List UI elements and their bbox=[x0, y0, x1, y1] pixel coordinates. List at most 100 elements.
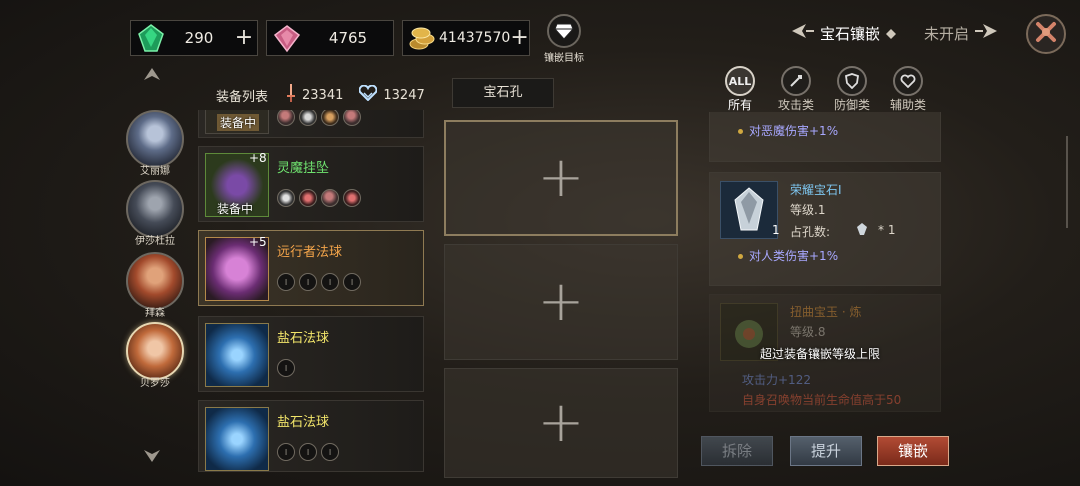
gem-slot[interactable]: + bbox=[444, 120, 678, 236]
emerald-currency: 290 + bbox=[130, 20, 258, 56]
tab-gem-inlay-label: 宝石镶嵌 bbox=[820, 24, 881, 43]
hero-berosa[interactable]: 贝罗莎 bbox=[124, 322, 186, 389]
item-thumbnail bbox=[205, 323, 269, 387]
filter-label: 所有 bbox=[727, 98, 752, 112]
avatar bbox=[126, 180, 184, 238]
socket: Ⅰ bbox=[299, 273, 317, 291]
inlay-button[interactable]: 镶嵌 bbox=[877, 436, 949, 466]
add-emerald-button[interactable]: + bbox=[231, 27, 257, 49]
socket: Ⅰ bbox=[321, 273, 339, 291]
gem-card-partial[interactable]: 对恶魔伤害+1% bbox=[709, 112, 941, 162]
avatar bbox=[126, 252, 184, 310]
tab-locked[interactable]: 未开启 bbox=[924, 20, 998, 46]
filter-defense[interactable]: 防御类 bbox=[828, 66, 876, 113]
close-button[interactable] bbox=[1026, 14, 1066, 54]
socket bbox=[321, 189, 339, 207]
item-thumbnail bbox=[205, 407, 269, 471]
socket-row: Ⅰ bbox=[277, 359, 295, 377]
glory-gem-icon bbox=[720, 181, 778, 239]
down-arrow-icon bbox=[144, 450, 160, 462]
equipment-item[interactable]: 装备中 bbox=[198, 110, 424, 138]
socket bbox=[299, 110, 317, 126]
filter-all[interactable]: ALL 所有 bbox=[716, 66, 764, 113]
close-icon bbox=[1034, 20, 1058, 48]
gem-stat: 攻击力+122 bbox=[742, 373, 811, 387]
right-arrow-icon bbox=[975, 23, 998, 43]
hero-scroll-down-button[interactable] bbox=[142, 444, 162, 464]
hero-scroll-up-button[interactable] bbox=[142, 66, 162, 86]
equipment-item[interactable]: 盐石法球 Ⅰ bbox=[198, 316, 424, 392]
equipment-item[interactable]: 盐石法球 Ⅰ Ⅰ Ⅰ bbox=[198, 400, 424, 472]
filter-attack[interactable]: 攻击类 bbox=[772, 66, 820, 113]
hero-name: 拜森 bbox=[145, 308, 165, 319]
hero-alina[interactable]: 艾丽娜 bbox=[124, 110, 186, 177]
gem-slot[interactable]: + bbox=[444, 368, 678, 478]
filter-label: 防御类 bbox=[833, 98, 870, 112]
gem-slot-count: * 1 bbox=[878, 223, 896, 237]
hero-byson[interactable]: 拜森 bbox=[124, 252, 186, 319]
socket: Ⅰ bbox=[277, 273, 295, 291]
item-name: 灵魔挂坠 bbox=[277, 161, 330, 176]
socket: Ⅰ bbox=[321, 443, 339, 461]
plus-icon: + bbox=[537, 269, 585, 334]
left-arrow-icon bbox=[792, 23, 814, 43]
equipped-tag: 装备中 bbox=[217, 202, 254, 216]
socket-row: Ⅰ Ⅰ Ⅰ Ⅰ bbox=[277, 273, 361, 291]
gold-currency: 41437570 + bbox=[402, 20, 530, 56]
socket bbox=[343, 189, 361, 207]
equipment-list-title: 装备列表 bbox=[216, 89, 269, 105]
filter-support[interactable]: 辅助类 bbox=[884, 66, 932, 113]
pink-gem-icon bbox=[271, 22, 303, 54]
gold-amount: 41437570 bbox=[439, 30, 511, 46]
socket bbox=[321, 110, 339, 126]
up-arrow-icon bbox=[144, 68, 160, 80]
dismantle-button[interactable]: 拆除 bbox=[701, 436, 773, 466]
socket-row bbox=[277, 189, 361, 207]
hero-isadora[interactable]: 伊莎杜拉 bbox=[124, 180, 186, 247]
inlay-goal-label: 镶嵌目标 bbox=[544, 53, 584, 64]
socket bbox=[277, 110, 295, 126]
avatar bbox=[126, 322, 184, 380]
small-gem-icon bbox=[856, 221, 868, 240]
filter-label: 辅助类 bbox=[889, 98, 926, 112]
avatar bbox=[126, 110, 184, 168]
heart-icon bbox=[893, 66, 923, 96]
item-name: 盐石法球 bbox=[277, 415, 330, 430]
equipped-tag: 装备中 bbox=[217, 114, 260, 131]
gem-list-scrollbar[interactable] bbox=[1066, 136, 1068, 228]
gem-count: 1 bbox=[772, 223, 780, 237]
sword-icon bbox=[286, 84, 296, 106]
item-name: 盐石法球 bbox=[277, 331, 330, 346]
socket-row bbox=[277, 110, 361, 126]
gem-card[interactable]: 1 荣耀宝石Ⅰ 等级.1 占孔数: * 1 对人类伤害+1% bbox=[709, 172, 941, 286]
gem-name: 荣耀宝石Ⅰ bbox=[790, 183, 842, 197]
gem-level: 等级.8 bbox=[790, 325, 826, 339]
item-level: +5 bbox=[249, 235, 267, 249]
item-name: 远行者法球 bbox=[277, 245, 343, 260]
equipment-item[interactable]: +5 远行者法球 Ⅰ Ⅰ Ⅰ Ⅰ bbox=[198, 230, 424, 306]
hero-name: 伊莎杜拉 bbox=[135, 236, 175, 247]
filter-label: 攻击类 bbox=[777, 98, 814, 112]
socket: Ⅰ bbox=[277, 443, 295, 461]
tab-locked-label: 未开启 bbox=[924, 24, 970, 43]
attack-value: 23341 bbox=[302, 87, 344, 103]
gold-coin-icon bbox=[407, 22, 439, 54]
tab-gem-sockets[interactable]: 宝石孔 bbox=[452, 78, 554, 108]
gem-level: 等级.1 bbox=[790, 203, 826, 217]
hero-name: 贝罗莎 bbox=[140, 378, 170, 389]
hero-name: 艾丽娜 bbox=[140, 166, 170, 177]
inlay-goal-button[interactable]: 镶嵌目标 bbox=[540, 14, 588, 64]
plus-icon: + bbox=[537, 390, 585, 455]
gem-name: 扭曲宝玉 · 炼 bbox=[790, 305, 862, 319]
add-gold-button[interactable]: + bbox=[510, 27, 529, 49]
shield-icon bbox=[837, 66, 867, 96]
socket: Ⅰ bbox=[277, 359, 295, 377]
ruby-amount: 4765 bbox=[328, 29, 368, 47]
tab-gem-inlay[interactable]: 宝石镶嵌 bbox=[792, 20, 897, 46]
upgrade-button[interactable]: 提升 bbox=[790, 436, 862, 466]
equipment-item[interactable]: +8 装备中 灵魔挂坠 bbox=[198, 146, 424, 222]
level-cap-warning: 超过装备镶嵌等级上限 bbox=[760, 347, 881, 361]
socket bbox=[277, 189, 295, 207]
socket bbox=[299, 189, 317, 207]
gem-slot[interactable]: + bbox=[444, 244, 678, 360]
